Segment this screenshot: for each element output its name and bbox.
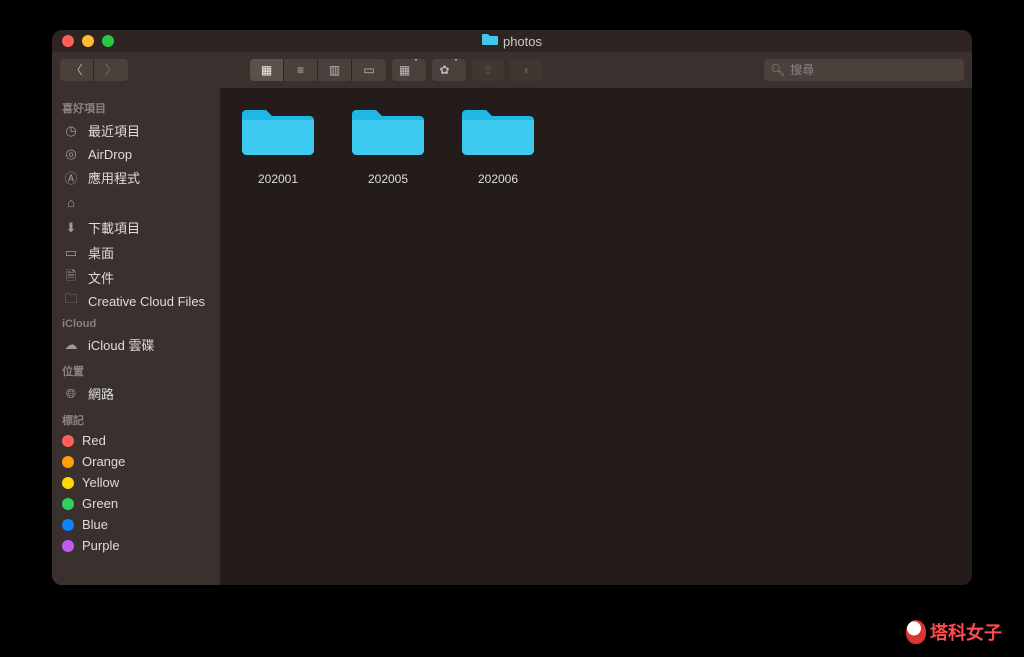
zoom-button[interactable] (102, 35, 114, 47)
tag-dot-icon (62, 498, 74, 510)
forward-button[interactable]: 〉 (94, 59, 128, 81)
sidebar-section-favorites: 喜好項目 (52, 94, 220, 118)
network-icon: 🌐︎ (62, 386, 80, 402)
sidebar-tag-orange[interactable]: Orange (52, 451, 220, 472)
tags-button[interactable]: ◖ (510, 59, 542, 81)
toolbar: 〈 〉 ▦ ≡ ▥ ▭ ▦ ✿ ⇪ ◖ 🔍︎ (52, 52, 972, 88)
folder-label: 202006 (478, 172, 518, 186)
document-icon: 🗎 (62, 270, 80, 286)
sidebar-item-airdrop[interactable]: ◎ AirDrop (52, 143, 220, 165)
cloud-icon: ☁ (62, 337, 80, 353)
sidebar-section-icloud: iCloud (52, 312, 220, 332)
sidebar-tag-purple[interactable]: Purple (52, 535, 220, 556)
watermark: 塔科女子 (906, 619, 1002, 645)
finder-window: photos 〈 〉 ▦ ≡ ▥ ▭ ▦ ✿ ⇪ ◖ 🔍︎ 喜好 (52, 30, 972, 585)
search-field[interactable]: 🔍︎ (764, 59, 964, 81)
airdrop-icon: ◎ (62, 146, 80, 162)
folder-icon (242, 102, 314, 163)
folder-icon (352, 102, 424, 163)
column-view-button[interactable]: ▥ (318, 59, 352, 81)
action-menu: ✿ (432, 59, 466, 81)
folder-item[interactable]: 202001 (238, 102, 318, 186)
sidebar-tag-blue[interactable]: Blue (52, 514, 220, 535)
folder-item[interactable]: 202005 (348, 102, 428, 186)
sidebar-item-creative-cloud[interactable]: 🗀 Creative Cloud Files (52, 290, 220, 312)
tag-dot-icon (62, 540, 74, 552)
content-area[interactable]: 202001 202005 202006 (220, 88, 972, 585)
list-view-button[interactable]: ≡ (284, 59, 318, 81)
share-icon: ⇪ (483, 64, 493, 76)
sidebar-item-applications[interactable]: Ⓐ 應用程式 (52, 165, 220, 190)
clock-icon: ◷ (62, 123, 80, 139)
sidebar-tag-green[interactable]: Green (52, 493, 220, 514)
downloads-icon: ⬇ (62, 220, 80, 236)
home-icon: ⌂ (62, 195, 80, 211)
view-mode: ▦ ≡ ▥ ▭ (250, 59, 386, 81)
sidebar-item-desktop[interactable]: ▭ 桌面 (52, 240, 220, 265)
window-title: photos (503, 34, 542, 49)
tag-dot-icon (62, 519, 74, 531)
arrange-menu: ▦ (392, 59, 426, 81)
sidebar-tag-red[interactable]: Red (52, 430, 220, 451)
tag-dot-icon (62, 456, 74, 468)
folder-icon (462, 102, 534, 163)
sidebar-section-tags: 標記 (52, 406, 220, 430)
sidebar: 喜好項目 ◷ 最近項目 ◎ AirDrop Ⓐ 應用程式 ⌂ ⬇ 下載項目 (52, 88, 220, 585)
arrange-button[interactable]: ▦ (392, 59, 426, 81)
back-button[interactable]: 〈 (60, 59, 94, 81)
close-button[interactable] (62, 35, 74, 47)
gallery-view-button[interactable]: ▭ (352, 59, 386, 81)
folder-label: 202001 (258, 172, 298, 186)
search-icon: 🔍︎ (770, 64, 785, 76)
sidebar-item-downloads[interactable]: ⬇ 下載項目 (52, 215, 220, 240)
sidebar-item-home[interactable]: ⌂ (52, 190, 220, 215)
sidebar-item-documents[interactable]: 🗎 文件 (52, 265, 220, 290)
desktop-icon: ▭ (62, 245, 80, 261)
minimize-button[interactable] (82, 35, 94, 47)
titlebar: photos (52, 30, 972, 52)
sidebar-item-network[interactable]: 🌐︎ 網路 (52, 381, 220, 406)
sidebar-item-recents[interactable]: ◷ 最近項目 (52, 118, 220, 143)
nav-buttons: 〈 〉 (60, 59, 128, 81)
sidebar-item-icloud-drive[interactable]: ☁ iCloud 雲碟 (52, 332, 220, 357)
tag-dot-icon (62, 477, 74, 489)
tag-dot-icon (62, 435, 74, 447)
folder-icon (482, 32, 498, 51)
sidebar-section-locations: 位置 (52, 357, 220, 381)
folder-item[interactable]: 202006 (458, 102, 538, 186)
search-input[interactable] (790, 63, 958, 77)
mascot-icon (906, 620, 926, 644)
appstore-icon: Ⓐ (62, 170, 80, 186)
action-button[interactable]: ✿ (432, 59, 466, 81)
share-button[interactable]: ⇪ (472, 59, 504, 81)
folder-label: 202005 (368, 172, 408, 186)
folder-icon: 🗀 (62, 293, 80, 309)
tag-icon: ◖ (522, 64, 529, 76)
icon-view-button[interactable]: ▦ (250, 59, 284, 81)
sidebar-tag-yellow[interactable]: Yellow (52, 472, 220, 493)
window-controls (62, 35, 114, 47)
